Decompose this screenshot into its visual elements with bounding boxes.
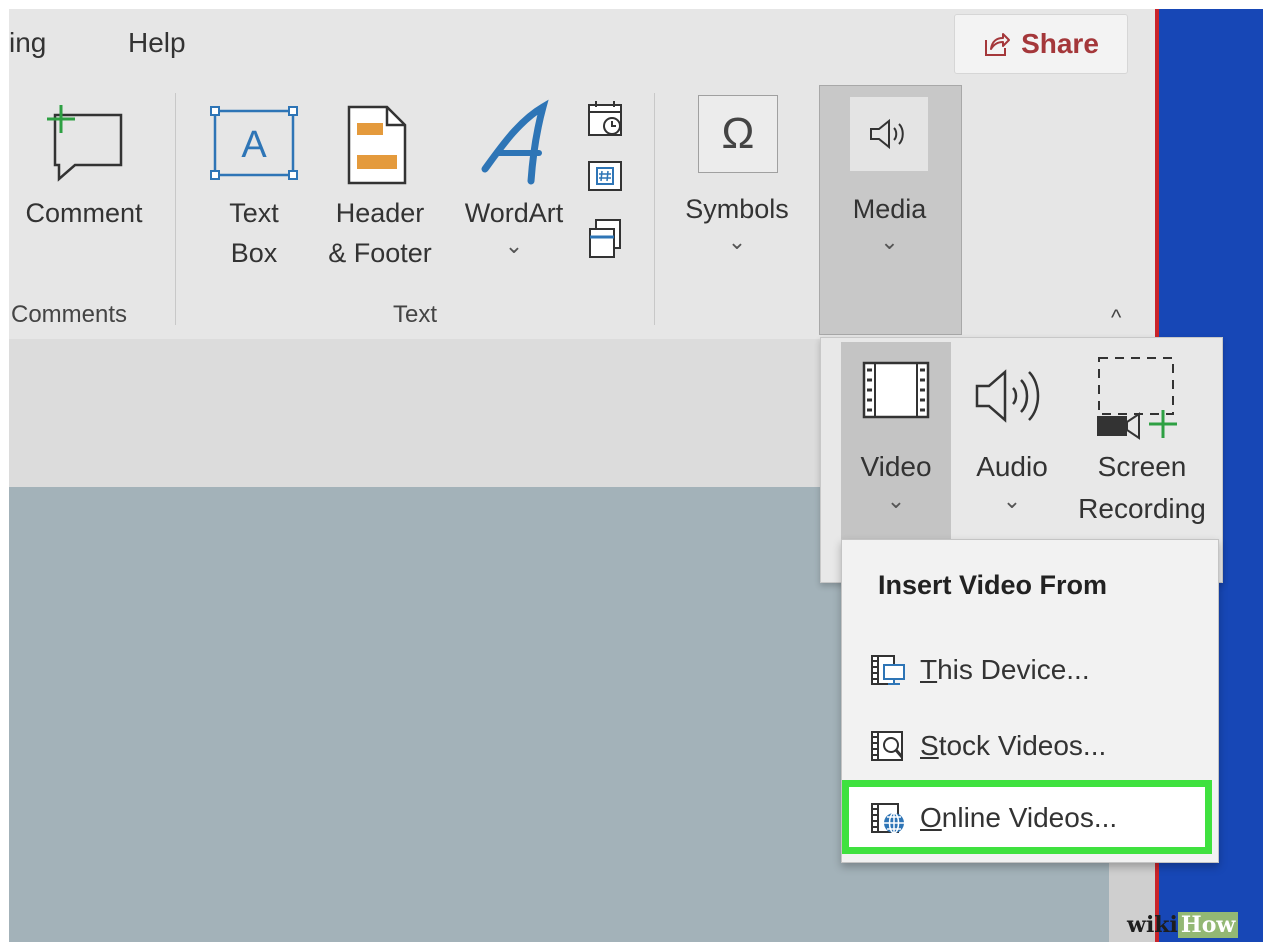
ribbon-separator xyxy=(654,93,655,325)
slide-number-icon[interactable] xyxy=(586,159,626,200)
new-comment-icon xyxy=(37,103,127,188)
object-icon[interactable] xyxy=(586,217,626,266)
text-box-label-line1: Text xyxy=(229,198,279,228)
wordart-icon xyxy=(479,99,559,194)
media-label: Media xyxy=(852,194,927,224)
header-footer-icon xyxy=(345,103,409,192)
menu-item-label: This Device... xyxy=(920,654,1090,685)
audio-button[interactable]: Audio ⌄ xyxy=(957,446,1067,514)
menu-item-online-videos[interactable]: Online Videos... xyxy=(870,788,1117,848)
symbols-chevron-down-icon: ⌄ xyxy=(727,229,747,254)
header-footer-label-line2: & Footer xyxy=(328,238,432,268)
menu-item-this-device[interactable]: This Device... xyxy=(870,640,1090,700)
header-footer-label-line1: Header xyxy=(335,198,425,228)
omega-icon: Ω xyxy=(698,95,778,173)
header-footer-button[interactable]: Header & Footer xyxy=(315,193,445,273)
wordart-label: WordArt xyxy=(464,198,564,228)
date-time-icon[interactable] xyxy=(586,99,626,144)
wikihow-watermark: wiki How xyxy=(1127,912,1239,938)
audio-label: Audio xyxy=(976,451,1048,482)
menu-header: Insert Video From xyxy=(878,570,1108,600)
comment-button[interactable]: Comment xyxy=(9,193,159,233)
media-chevron-down-icon: ⌄ xyxy=(880,229,899,254)
screen-recording-label-line1: Screen xyxy=(1097,451,1187,482)
text-box-glyph: A xyxy=(241,124,267,166)
comment-label: Comment xyxy=(25,198,143,228)
insert-video-menu: Insert Video From This Device... Stock V… xyxy=(841,539,1219,863)
tab-partial[interactable]: ing xyxy=(9,27,46,59)
share-button[interactable]: Share xyxy=(954,14,1128,74)
group-label-text: Text xyxy=(393,301,438,328)
ribbon-separator xyxy=(175,93,176,325)
share-icon xyxy=(985,33,1011,56)
text-box-label-line2: Box xyxy=(230,238,278,268)
ribbon: ing Help Share Comment Comments A Text B… xyxy=(9,9,1161,339)
stock-video-search-icon xyxy=(871,731,904,761)
group-label-comments: Comments xyxy=(11,301,128,328)
video-film-icon xyxy=(861,360,931,425)
wordart-button[interactable]: WordArt ⌄ xyxy=(449,193,579,259)
omega-glyph: Ω xyxy=(721,109,755,158)
text-box-icon: A xyxy=(209,105,299,186)
media-speaker-icon xyxy=(850,97,928,171)
screen-recording-icon xyxy=(1093,352,1183,447)
collapse-ribbon-chevron-up-icon[interactable]: ^ xyxy=(1111,305,1121,331)
menu-item-label: Stock Videos... xyxy=(920,730,1107,761)
text-box-button[interactable]: Text Box xyxy=(204,193,304,273)
video-label-group[interactable]: Video ⌄ xyxy=(841,446,951,514)
menu-item-label: Online Videos... xyxy=(920,802,1118,833)
symbols-label: Symbols xyxy=(685,194,789,224)
tab-help[interactable]: Help xyxy=(128,27,186,59)
wordart-chevron-down-icon: ⌄ xyxy=(504,233,524,258)
media-label-group[interactable]: Media ⌄ xyxy=(819,189,960,255)
video-label: Video xyxy=(860,451,932,482)
share-label: Share xyxy=(1021,28,1099,59)
screen-recording-button[interactable]: Screen Recording xyxy=(1067,446,1217,530)
screen-recording-label-line2: Recording xyxy=(1078,493,1206,524)
video-chevron-down-icon: ⌄ xyxy=(886,488,906,513)
app-window: ing Help Share Comment Comments A Text B… xyxy=(9,9,1263,942)
symbols-button[interactable]: Symbols ⌄ xyxy=(669,189,805,255)
audio-speaker-icon xyxy=(971,366,1051,431)
device-video-icon xyxy=(871,655,905,685)
menu-item-stock-videos[interactable]: Stock Videos... xyxy=(870,716,1106,776)
audio-chevron-down-icon: ⌄ xyxy=(1002,488,1022,513)
online-video-globe-icon xyxy=(871,803,904,834)
